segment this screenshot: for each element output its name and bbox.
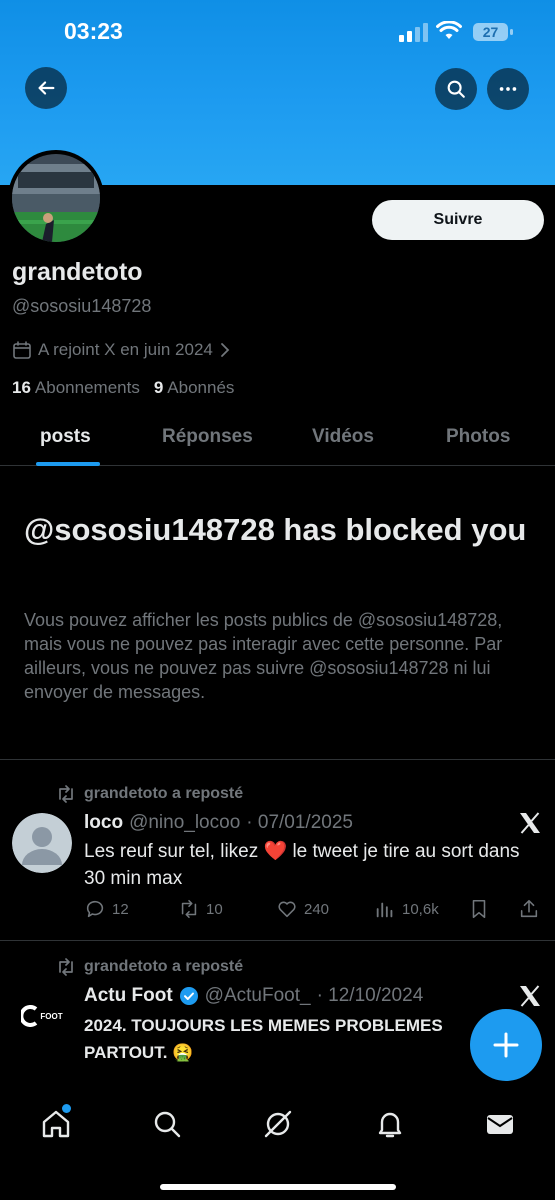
notifications-bell-icon[interactable] [374, 1108, 406, 1140]
compose-button[interactable] [470, 1009, 542, 1081]
reply-icon [86, 900, 104, 918]
default-avatar-icon[interactable] [12, 813, 72, 873]
profile-avatar[interactable] [8, 150, 104, 246]
profile-display-name: grandetoto [12, 258, 143, 286]
views-chart-icon [376, 902, 393, 918]
tweet-date: · 12/10/2024 [316, 985, 424, 1006]
home-indicator [160, 1184, 396, 1190]
repost-icon [59, 785, 73, 803]
retweet-icon [181, 899, 197, 919]
chevron-right-icon [220, 343, 230, 357]
arrow-left-icon [38, 81, 55, 95]
tweet-date: · 07/01/2025 [246, 812, 353, 833]
battery-level: 27 [483, 24, 499, 40]
calendar-icon [13, 341, 31, 359]
verified-badge-icon [179, 987, 198, 1005]
tweet-actions: 12 10 240 10,6k [84, 898, 544, 926]
follow-stats: 16 Abonnements 9 Abonnés [12, 378, 234, 398]
grok-icon[interactable] [262, 1108, 294, 1140]
tab-photos[interactable]: Photos [446, 426, 510, 448]
active-tab-indicator [36, 462, 100, 466]
share-icon [520, 899, 538, 918]
status-bar: 03:23 27 [0, 0, 555, 64]
retweet-button[interactable]: 10 [178, 898, 223, 920]
more-icon [499, 87, 517, 91]
divider [0, 940, 555, 941]
x-logo-icon [520, 812, 540, 834]
reply-button[interactable]: 12 [84, 898, 129, 920]
tab-replies[interactable]: Réponses [162, 426, 253, 448]
like-button[interactable]: 240 [276, 898, 329, 920]
bookmark-button[interactable] [468, 898, 490, 920]
tab-posts[interactable]: posts [40, 426, 91, 448]
actufoot-logo-icon [21, 1005, 38, 1027]
joined-text: A rejoint X en juin 2024 [38, 340, 213, 359]
battery-icon: 27 [473, 23, 513, 41]
tweet-header: Actu Foot @ActuFoot_ · 12/10/2024 [84, 985, 423, 1007]
retweet-count: 10 [206, 900, 223, 918]
heart-icon [278, 901, 296, 918]
blocked-description: Vous pouvez afficher les posts publics d… [24, 610, 503, 702]
stadium-photo-avatar [12, 154, 100, 242]
status-time: 03:23 [64, 18, 123, 44]
tab-videos[interactable]: Vidéos [312, 426, 374, 448]
tweet-author-handle[interactable]: @ActuFoot_ [205, 985, 311, 1007]
tweet-header: loco @nino_locoo · 07/01/2025 [84, 812, 353, 834]
follow-button[interactable]: Suivre [372, 200, 544, 240]
messages-envelope-icon[interactable] [484, 1108, 516, 1140]
repost-icon [59, 958, 73, 976]
divider [0, 759, 555, 760]
wifi-icon [436, 21, 462, 39]
home-notification-dot [62, 1104, 71, 1113]
profile-handle: @sososiu148728 [12, 296, 152, 316]
repost-indicator[interactable]: grandetoto a reposté [56, 958, 243, 976]
explore-search-icon[interactable] [151, 1108, 183, 1140]
repost-indicator[interactable]: grandetoto a reposté [56, 785, 243, 803]
tweet-text: Les reuf sur tel, likez ❤️ le tweet je t… [84, 841, 520, 889]
tweet-author-name[interactable]: Actu Foot [84, 985, 173, 1007]
profile-tabs: posts Réponses Vidéos Photos [0, 418, 555, 466]
plus-icon [493, 1032, 519, 1058]
followers-label: Abonnés [167, 378, 235, 397]
more-options-button[interactable] [487, 68, 529, 110]
tweet-author-name[interactable]: loco [84, 812, 123, 834]
like-count: 240 [304, 900, 330, 918]
followers-link[interactable]: 9 Abonnés [154, 378, 235, 398]
reply-count: 12 [112, 900, 129, 918]
following-link[interactable]: 16 Abonnements [12, 378, 140, 398]
following-count: 16 [12, 378, 31, 397]
views-button[interactable]: 10,6k [374, 898, 439, 920]
following-label: Abonnements [34, 378, 140, 397]
actufoot-avatar[interactable]: FOOT [12, 986, 72, 1046]
search-icon [447, 80, 465, 98]
tweet-author-handle[interactable]: @nino_locoo [129, 812, 240, 834]
search-button[interactable] [435, 68, 477, 110]
actufoot-logo-text: FOOT [40, 1011, 63, 1021]
followers-count: 9 [153, 378, 164, 397]
cellular-signal-icon [399, 23, 428, 42]
views-count: 10,6k [402, 900, 439, 918]
back-button[interactable] [25, 67, 67, 109]
repost-label: grandetoto a reposté [84, 958, 244, 975]
blocked-title: @sososiu148728 has blocked you [24, 512, 527, 547]
repost-label: grandetoto a reposté [84, 785, 244, 802]
bookmark-icon [472, 899, 486, 919]
share-button[interactable] [518, 898, 540, 920]
x-logo-icon [520, 985, 540, 1007]
tweet-text: 2024. TOUJOURS LES MEMES PROBLEMES PARTO… [84, 1016, 443, 1062]
joined-date[interactable]: A rejoint X en juin 2024 [12, 340, 231, 360]
